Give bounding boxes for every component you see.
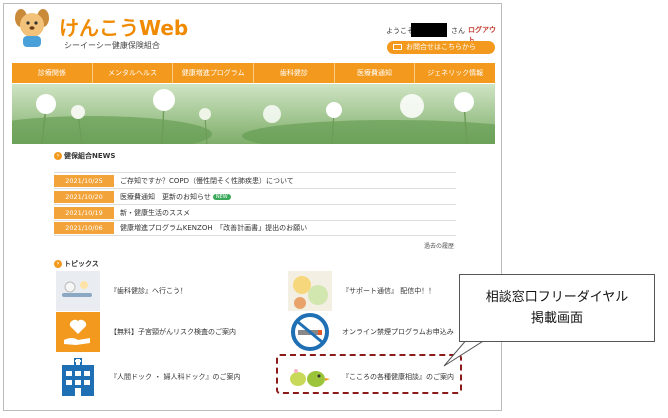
news-title[interactable]: 健康増進プログラムKENZOH 「改善計画書」提出のお願い bbox=[120, 223, 307, 233]
topic-label: 『人間ドック ・ 婦人科ドック』のご案内 bbox=[110, 373, 241, 381]
inquiry-button[interactable]: お問合せはこちらから bbox=[387, 41, 495, 54]
news-list: 2021/10/25 ご存知ですか？COPD（慢性閉そく性肺疾患）について 20… bbox=[54, 172, 456, 236]
topic-label: オンライン禁煙プログラムお申込み bbox=[342, 328, 454, 336]
topic-label: 『歯科健診』へ行こう！ bbox=[110, 287, 187, 295]
site-brand[interactable]: けんこうWeb bbox=[59, 12, 188, 41]
new-badge: NEW bbox=[212, 193, 231, 200]
news-item[interactable]: 2021/10/20 医療費通知 更新のお知らせ NEW bbox=[54, 188, 456, 204]
hero-clover-image bbox=[12, 84, 495, 144]
food-photo-icon bbox=[288, 271, 332, 311]
topic-support-newsletter[interactable]: 『サポート通信』 配信中！！ bbox=[288, 271, 435, 311]
main-nav: 診療関係 メンタルヘルス 健康増進プログラム 歯科健診 医療費通知 ジェネリック… bbox=[12, 63, 495, 83]
news-item[interactable]: 2021/10/25 ご存知ですか？COPD（慢性閉そく性肺疾患）について bbox=[54, 172, 456, 188]
web-page-screenshot: けんこうWeb シーイーシー健康保険組合 ようこそ さん ログアウト お問合せは… bbox=[3, 3, 502, 411]
news-date: 2021/10/20 bbox=[54, 190, 114, 203]
news-date: 2021/10/19 bbox=[54, 206, 114, 219]
past-history-link[interactable]: 過去の履歴 bbox=[424, 241, 454, 250]
topic-label: 『サポート通信』 配信中！！ bbox=[342, 287, 436, 295]
news-item[interactable]: 2021/10/06 健康増進プログラムKENZOH 「改善計画書」提出のお願い bbox=[54, 220, 456, 236]
honorific-text: さん bbox=[451, 27, 465, 35]
topic-dental[interactable]: 『歯科健診』へ行こう！ bbox=[56, 271, 187, 311]
envelope-icon bbox=[393, 44, 402, 50]
topic-label: 【無料】子宮頸がんリスク検査のご案内 bbox=[110, 328, 236, 336]
chevron-right-icon: › bbox=[54, 260, 62, 268]
news-item[interactable]: 2021/10/19 新・健康生活のススメ bbox=[54, 204, 456, 220]
nav-item-dental[interactable]: 歯科健診 bbox=[254, 63, 335, 83]
hospital-icon bbox=[62, 358, 94, 396]
news-title[interactable]: ご存知ですか？COPD（慢性閉そく性肺疾患）について bbox=[120, 176, 294, 186]
news-title[interactable]: 医療費通知 更新のお知らせ bbox=[120, 192, 211, 202]
news-date: 2021/10/06 bbox=[54, 222, 114, 234]
news-heading: › 健保組合NEWS bbox=[54, 151, 115, 161]
topic-medical-checkup[interactable]: 『人間ドック ・ 婦人科ドック』のご案内 bbox=[56, 357, 240, 397]
highlight-box bbox=[276, 354, 462, 394]
nav-item-generic[interactable]: ジェネリック情報 bbox=[415, 63, 495, 83]
topic-cervical-cancer-test[interactable]: 【無料】子宮頸がんリスク検査のご案内 bbox=[56, 312, 236, 352]
topics-heading: › トピックス bbox=[54, 259, 99, 269]
organization-name: シーイーシー健康保険組合 bbox=[64, 41, 160, 50]
callout-line-2: 掲載画面 bbox=[530, 311, 583, 326]
chevron-right-icon: › bbox=[54, 152, 62, 160]
dog-mascot-icon bbox=[15, 9, 49, 47]
dental-icon bbox=[56, 271, 100, 311]
heart-hand-icon bbox=[56, 312, 100, 352]
nav-item-medical-bill[interactable]: 医療費通知 bbox=[335, 63, 416, 83]
no-smoking-icon bbox=[291, 313, 329, 351]
topic-online-smoking-program[interactable]: オンライン禁煙プログラムお申込み bbox=[288, 312, 454, 352]
nav-item-mental-health[interactable]: メンタルヘルス bbox=[93, 63, 174, 83]
nav-item-health-program[interactable]: 健康増進プログラム bbox=[173, 63, 255, 83]
annotation-callout: 相談窓口フリーダイヤル 掲載画面 bbox=[459, 274, 655, 342]
inquiry-label: お問合せはこちらから bbox=[406, 43, 476, 51]
callout-line-1: 相談窓口フリーダイヤル bbox=[485, 290, 629, 305]
news-title[interactable]: 新・健康生活のススメ bbox=[120, 208, 190, 218]
nav-item-medical[interactable]: 診療関係 bbox=[12, 63, 93, 83]
news-date: 2021/10/25 bbox=[54, 174, 114, 187]
callout-pointer bbox=[443, 338, 489, 367]
welcome-text: ようこそ bbox=[386, 27, 414, 35]
redacted-user-name bbox=[411, 23, 447, 37]
